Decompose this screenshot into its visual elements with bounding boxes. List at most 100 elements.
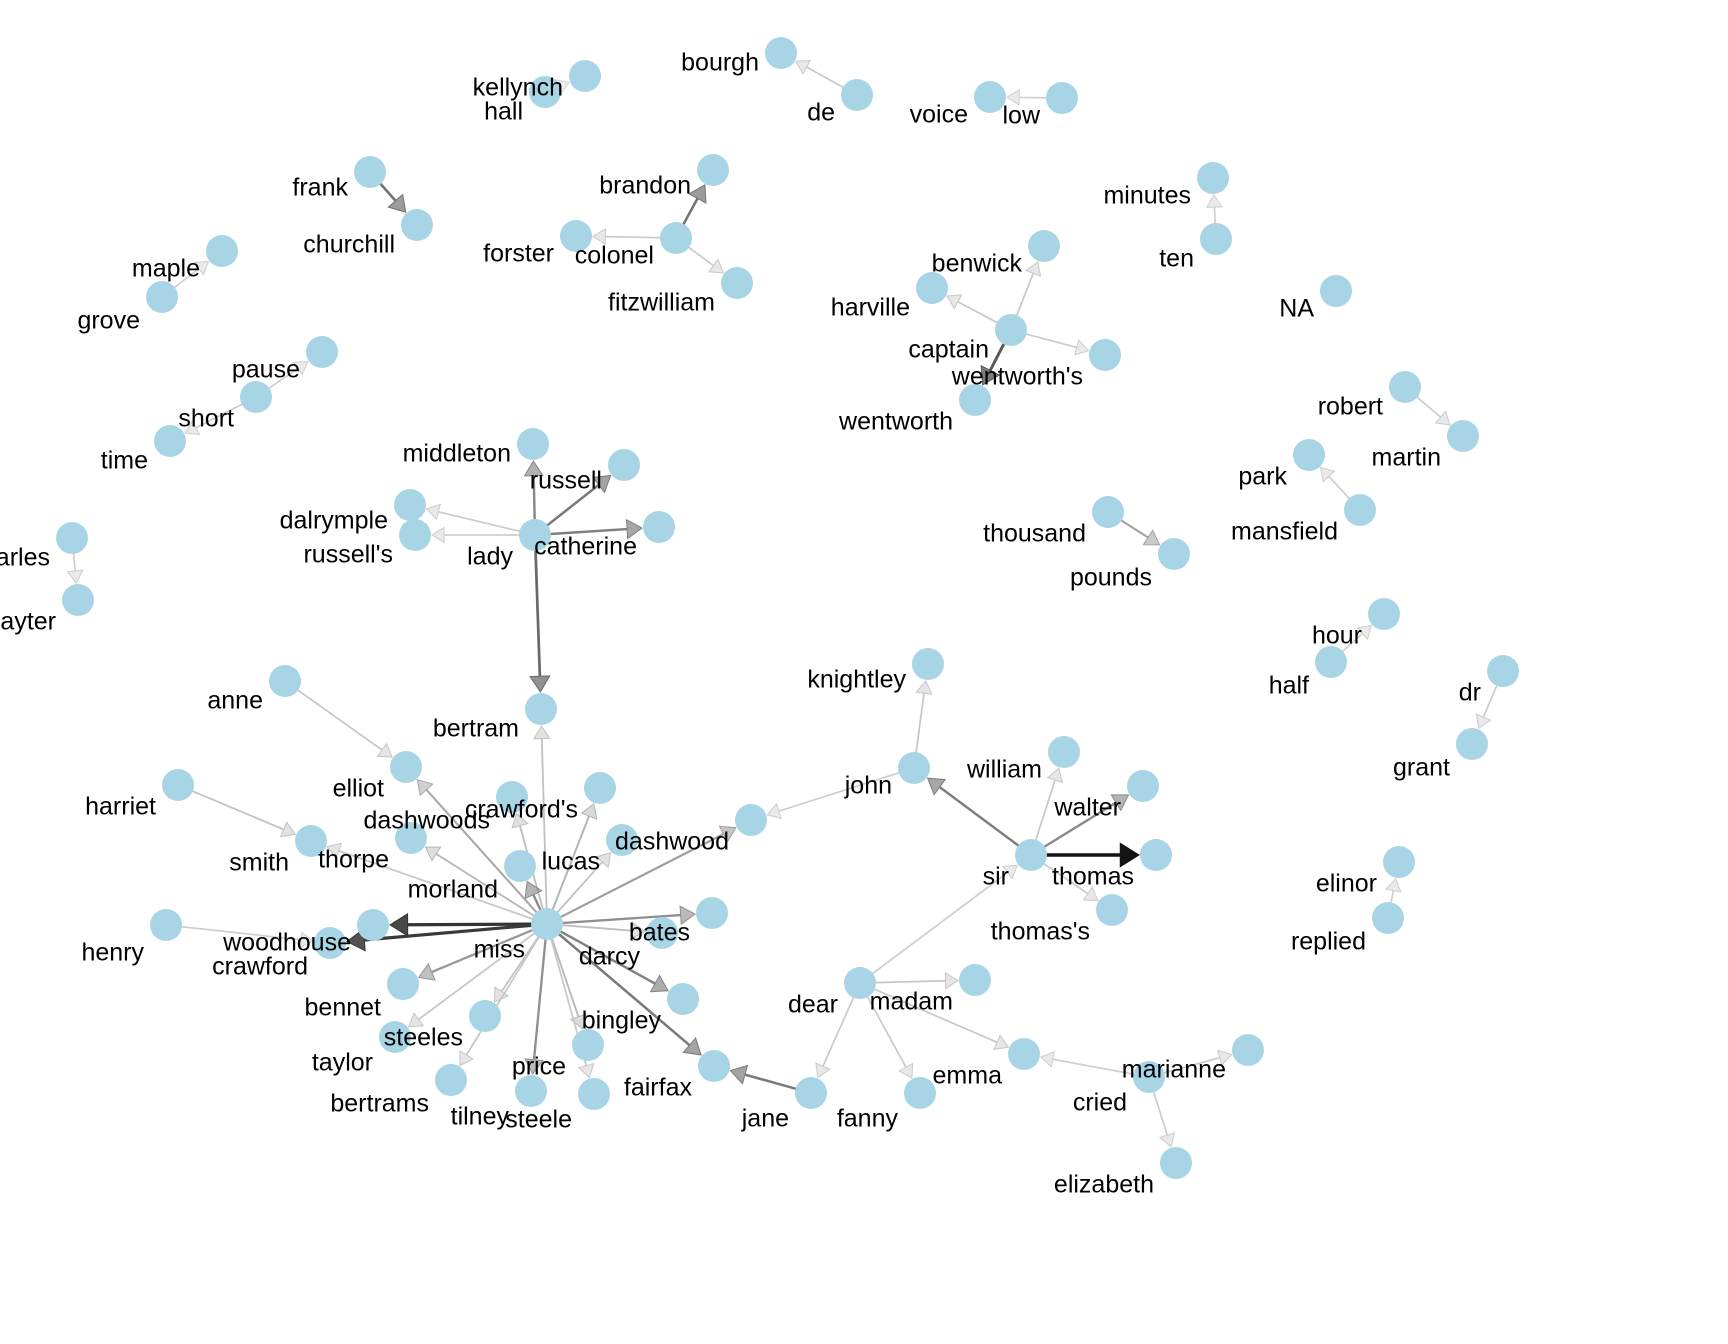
graph-edge-arrowhead xyxy=(1205,194,1223,209)
graph-node[interactable] xyxy=(1372,902,1404,934)
graph-node[interactable] xyxy=(844,967,876,999)
graph-node[interactable] xyxy=(387,968,419,1000)
graph-node[interactable] xyxy=(269,665,301,697)
graph-node[interactable] xyxy=(1389,371,1421,403)
graph-node[interactable] xyxy=(1140,839,1172,871)
edge-layer xyxy=(66,59,1503,1148)
graph-node[interactable] xyxy=(56,522,88,554)
graph-node[interactable] xyxy=(735,804,767,836)
graph-node[interactable] xyxy=(959,964,991,996)
graph-node[interactable] xyxy=(696,897,728,929)
graph-edge-arrowhead xyxy=(533,725,551,740)
graph-node[interactable] xyxy=(390,751,422,783)
graph-node[interactable] xyxy=(608,449,640,481)
graph-edge-arrowhead xyxy=(1142,529,1161,546)
graph-node[interactable] xyxy=(1028,230,1060,262)
graph-node[interactable] xyxy=(1368,598,1400,630)
graph-edge-arrowhead xyxy=(299,931,315,949)
graph-node[interactable] xyxy=(560,220,592,252)
graph-node[interactable] xyxy=(525,693,557,725)
graph-node[interactable] xyxy=(469,1000,501,1032)
graph-node[interactable] xyxy=(314,927,346,959)
graph-node[interactable] xyxy=(1315,646,1347,678)
graph-node[interactable] xyxy=(916,272,948,304)
graph-node[interactable] xyxy=(974,81,1006,113)
graph-node[interactable] xyxy=(146,281,178,313)
graph-node[interactable] xyxy=(206,235,238,267)
graph-node[interactable] xyxy=(162,769,194,801)
graph-node[interactable] xyxy=(1160,1147,1192,1179)
graph-node[interactable] xyxy=(519,519,551,551)
graph-node[interactable] xyxy=(517,428,549,460)
graph-node[interactable] xyxy=(306,336,338,368)
graph-edge xyxy=(1033,801,1117,854)
graph-node[interactable] xyxy=(1383,846,1415,878)
graph-node[interactable] xyxy=(578,1078,610,1110)
graph-node[interactable] xyxy=(399,519,431,551)
graph-node[interactable] xyxy=(721,267,753,299)
graph-edge-arrowhead xyxy=(524,1058,544,1076)
graph-node[interactable] xyxy=(394,489,426,521)
graph-node[interactable] xyxy=(401,209,433,241)
graph-node[interactable] xyxy=(643,511,675,543)
graph-node[interactable] xyxy=(912,648,944,680)
graph-node[interactable] xyxy=(1197,162,1229,194)
graph-node[interactable] xyxy=(795,1077,827,1109)
graph-node[interactable] xyxy=(395,822,427,854)
graph-node[interactable] xyxy=(1127,770,1159,802)
graph-edge-arrowhead xyxy=(729,1064,749,1085)
graph-node[interactable] xyxy=(1158,538,1190,570)
graph-node[interactable] xyxy=(379,1021,411,1053)
graph-node[interactable] xyxy=(697,154,729,186)
graph-node[interactable] xyxy=(1092,496,1124,528)
graph-node[interactable] xyxy=(515,1075,547,1107)
graph-node[interactable] xyxy=(496,781,528,813)
graph-node[interactable] xyxy=(898,752,930,784)
graph-node[interactable] xyxy=(354,156,386,188)
graph-node[interactable] xyxy=(62,584,94,616)
graph-edge xyxy=(169,924,302,941)
graph-node[interactable] xyxy=(765,37,797,69)
graph-edge-arrowhead xyxy=(1216,1049,1233,1067)
graph-node[interactable] xyxy=(531,908,563,940)
graph-node[interactable] xyxy=(357,909,389,941)
graph-node[interactable] xyxy=(1089,339,1121,371)
graph-node[interactable] xyxy=(1046,82,1078,114)
graph-node[interactable] xyxy=(1447,420,1479,452)
graph-node[interactable] xyxy=(1008,1038,1040,1070)
graph-node[interactable] xyxy=(660,222,692,254)
graph-edge-arrowhead xyxy=(577,1062,595,1079)
graph-node[interactable] xyxy=(646,917,678,949)
graph-node[interactable] xyxy=(1293,439,1325,471)
graph-node[interactable] xyxy=(995,314,1027,346)
graph-node[interactable] xyxy=(569,60,601,92)
graph-node[interactable] xyxy=(584,772,616,804)
graph-edge-arrowhead xyxy=(376,742,393,758)
graph-node[interactable] xyxy=(435,1064,467,1096)
graph-node[interactable] xyxy=(529,76,561,108)
graph-node[interactable] xyxy=(1133,1061,1165,1093)
graph-node[interactable] xyxy=(841,79,873,111)
graph-node[interactable] xyxy=(295,825,327,857)
graph-node[interactable] xyxy=(1344,494,1376,526)
graph-node[interactable] xyxy=(606,824,638,856)
graph-node[interactable] xyxy=(504,850,536,882)
graph-node[interactable] xyxy=(698,1050,730,1082)
graph-node[interactable] xyxy=(1200,223,1232,255)
graph-node[interactable] xyxy=(1015,839,1047,871)
graph-node[interactable] xyxy=(154,425,186,457)
graph-node[interactable] xyxy=(1456,728,1488,760)
graph-node[interactable] xyxy=(1048,736,1080,768)
graph-node[interactable] xyxy=(572,1029,604,1061)
graph-node[interactable] xyxy=(1320,275,1352,307)
graph-edge-arrowhead xyxy=(682,1036,702,1056)
graph-node[interactable] xyxy=(1096,894,1128,926)
graph-node[interactable] xyxy=(1487,655,1519,687)
graph-node[interactable] xyxy=(959,384,991,416)
graph-node[interactable] xyxy=(150,909,182,941)
graph-node[interactable] xyxy=(904,1077,936,1109)
graph-node[interactable] xyxy=(240,381,272,413)
graph-node[interactable] xyxy=(1232,1034,1264,1066)
graph-node[interactable] xyxy=(667,983,699,1015)
graph-edge xyxy=(938,786,1029,854)
